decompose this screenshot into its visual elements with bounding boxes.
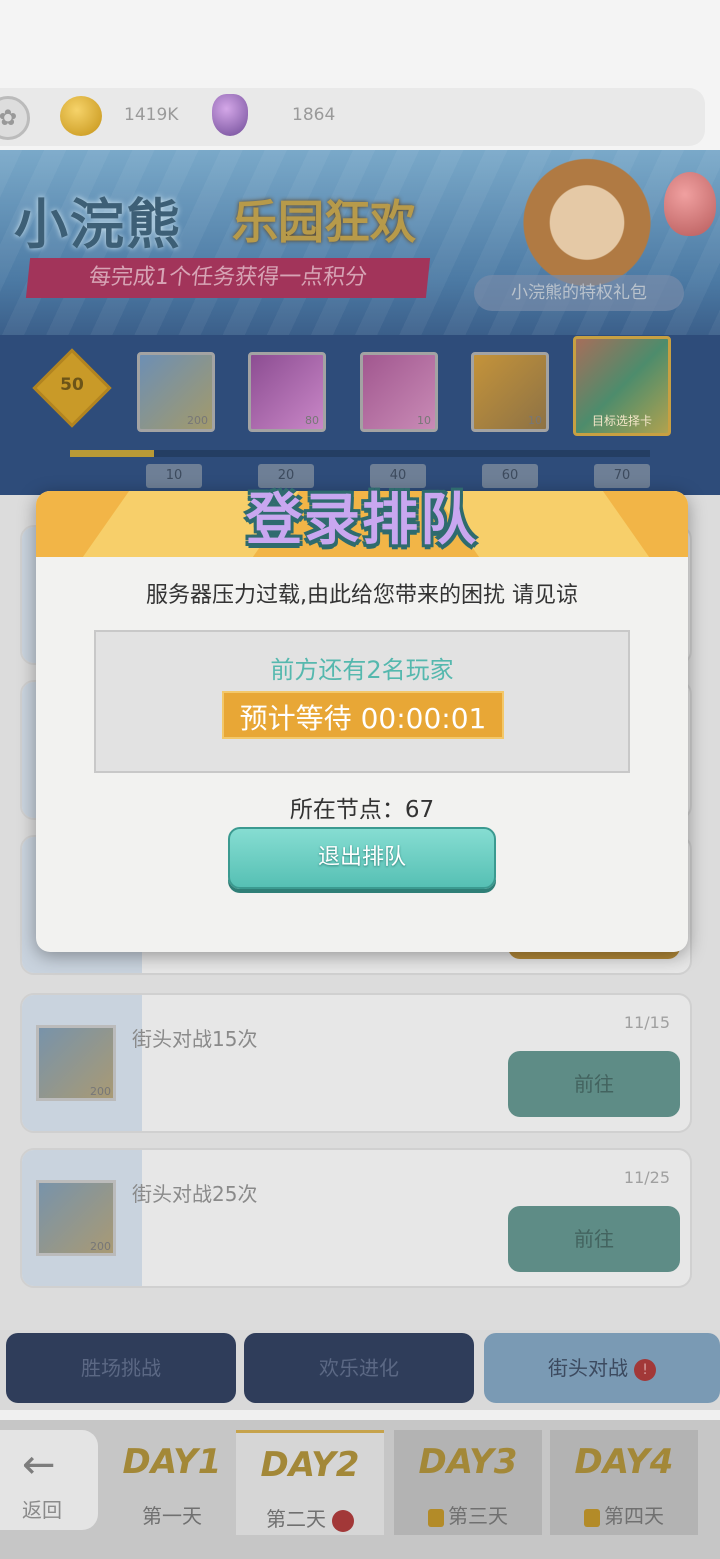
estimated-wait-badge: 预计等待 00:00:01 — [222, 691, 504, 739]
dialog-title: 登录排队 — [246, 488, 478, 553]
login-queue-dialog: 登录排队 服务器压力过载,由此给您带来的困扰 请见谅 前方还有2名玩家 预计等待… — [36, 488, 688, 952]
players-ahead-text: 前方还有2名玩家 — [270, 656, 454, 684]
exit-queue-button[interactable]: 退出排队 — [228, 827, 496, 889]
server-node-text: 所在节点：67 — [289, 797, 435, 823]
dialog-message: 服务器压力过载,由此给您带来的困扰 请见谅 — [146, 583, 578, 608]
estimated-wait-text: 预计等待 00:00:01 — [239, 702, 487, 735]
queue-info-box: 前方还有2名玩家 预计等待 00:00:01 — [94, 630, 630, 773]
